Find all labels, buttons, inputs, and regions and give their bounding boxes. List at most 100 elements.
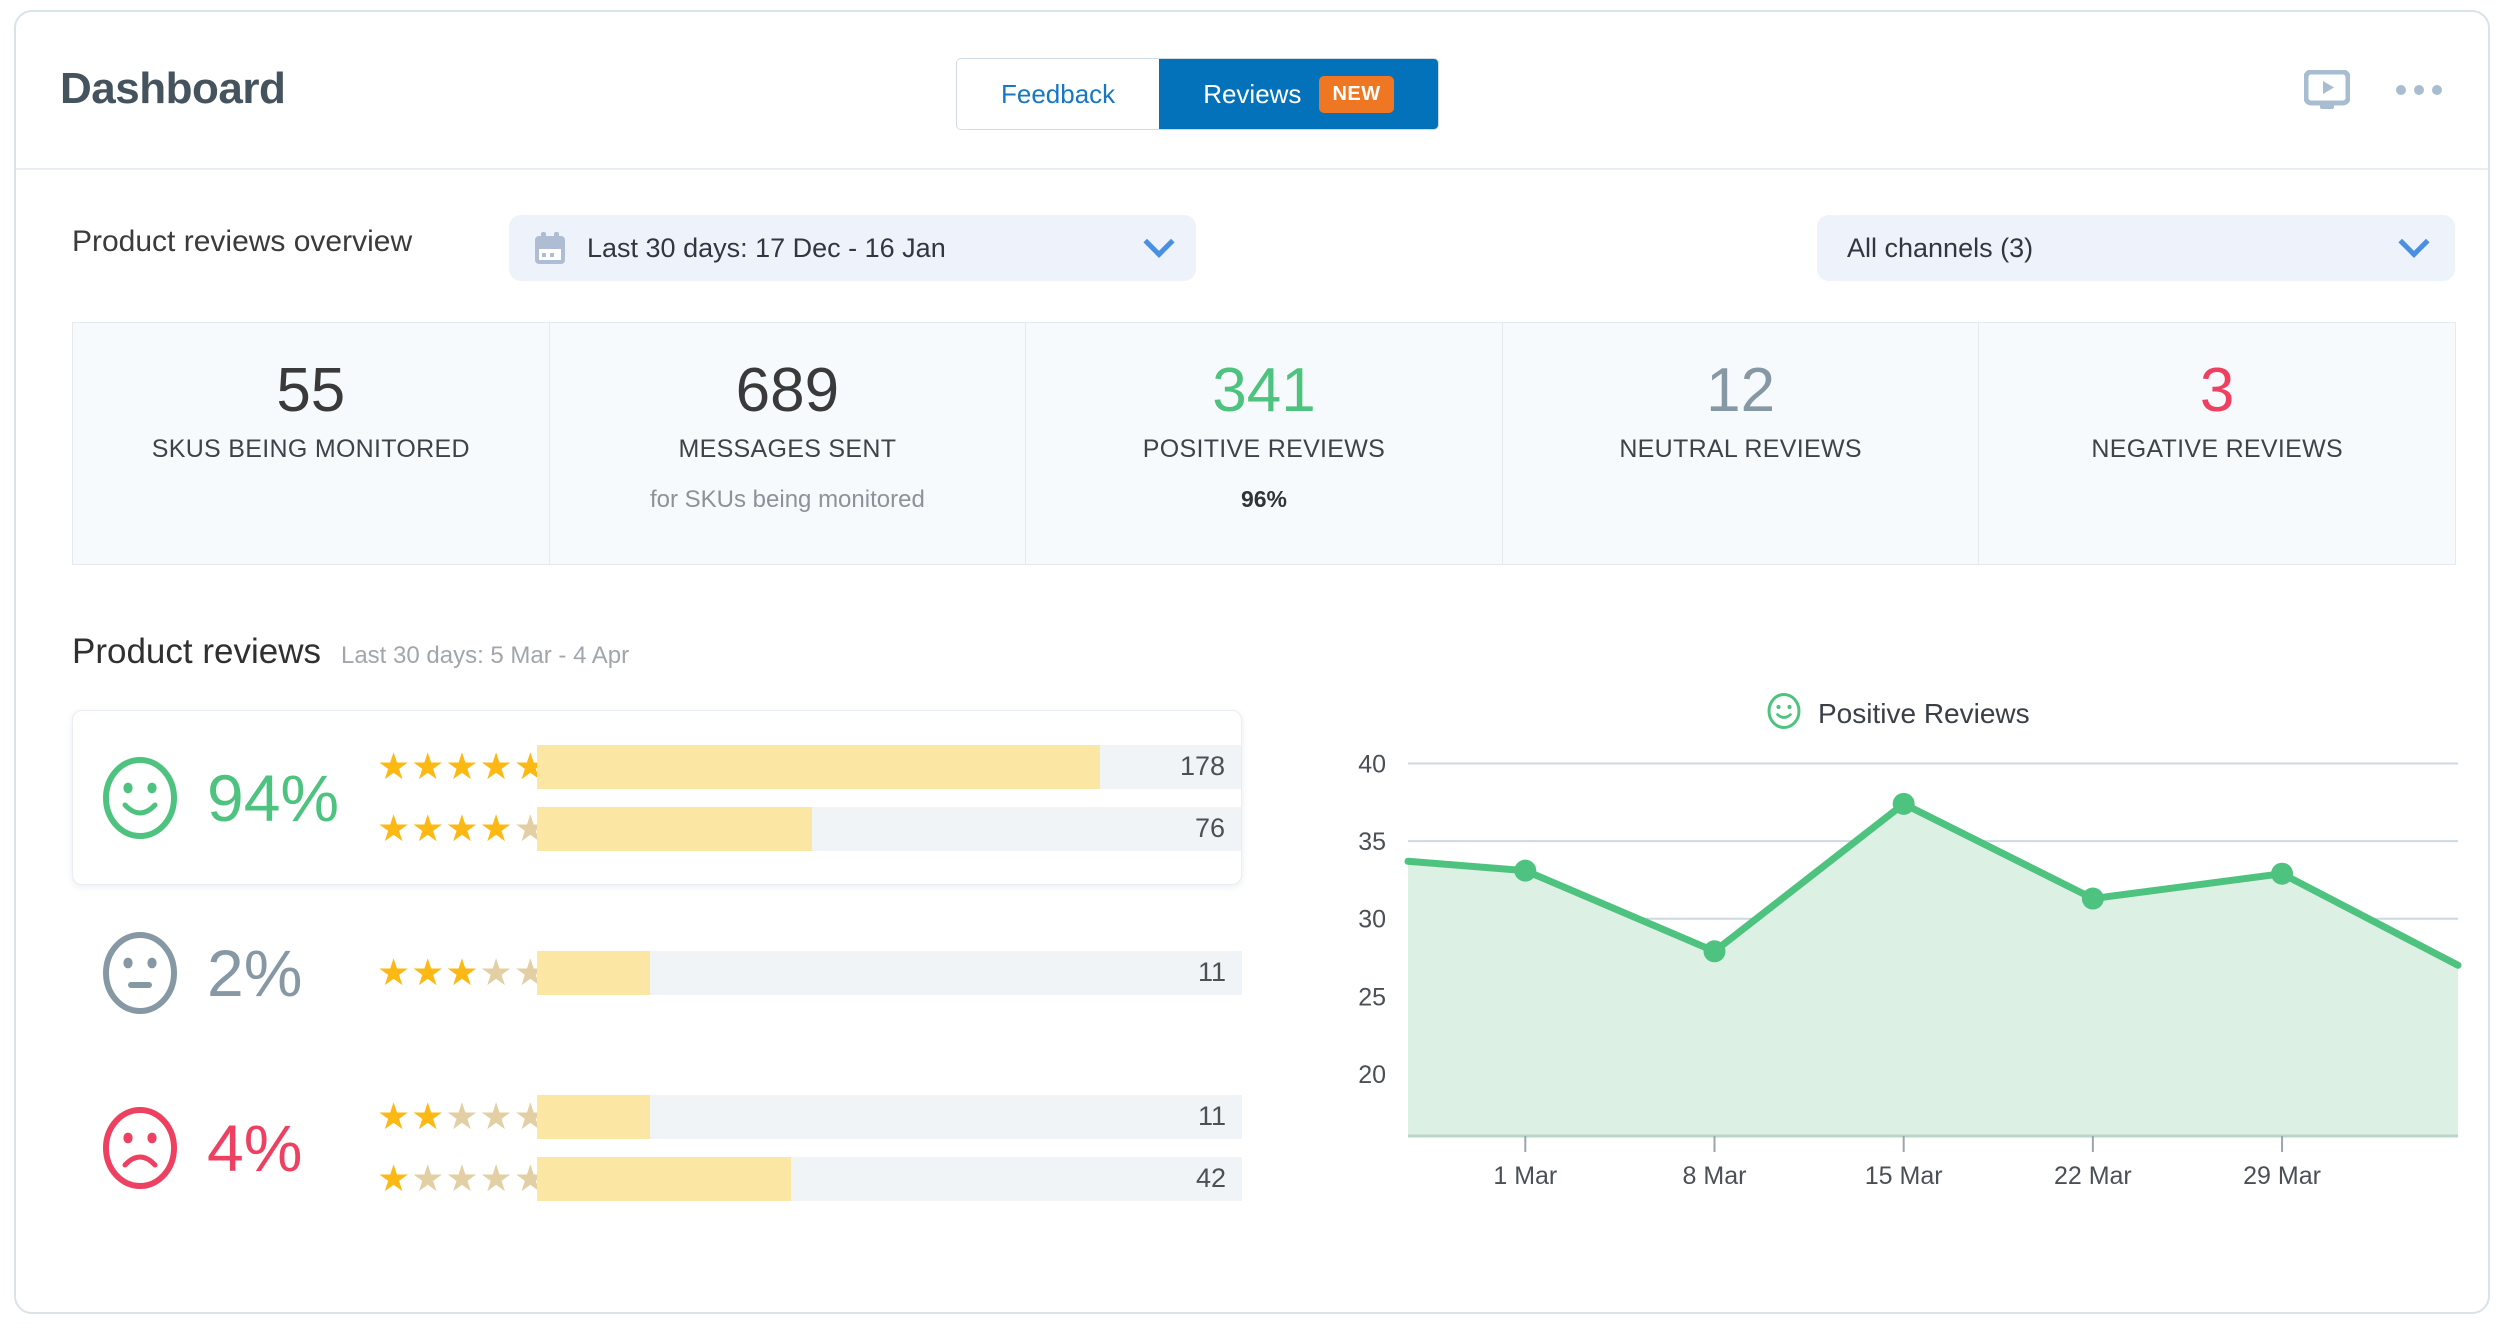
chart-x-tick-label: 15 Mar [1865, 1162, 1943, 1190]
chart-data-point[interactable] [2081, 887, 2104, 910]
review-count-bar: 178 [537, 744, 1241, 789]
chart-data-point[interactable] [1703, 940, 1726, 963]
star-rating-4: ★★★★★ [377, 808, 548, 849]
chart-y-tick-label: 20 [1358, 1061, 1386, 1089]
kpi-card: 55 SKUS BEING MONITORED [73, 323, 550, 564]
review-count-bar: 11 [537, 1094, 1242, 1139]
sentiment-percent: 94% [207, 760, 340, 835]
bar-fill [537, 1156, 791, 1201]
bar-fill [537, 806, 812, 851]
tab-reviews-label: Reviews [1203, 78, 1302, 109]
star-bar-row[interactable]: ★★★★★ 11 [377, 1094, 1242, 1140]
chart-x-tick-label: 22 Mar [2054, 1162, 2132, 1190]
star-bar-row[interactable]: ★★★★★ 76 [377, 806, 1241, 852]
positive-reviews-chart: Positive Reviews 20 25 30 35 40 1 Mar 8 Mar 15 … [1326, 692, 2466, 1222]
sentiment-breakdown-list: 94% ★★★★★ 178 ★★★★★ 76 2% ★★★★★ 11 4% ★★★★★ 11 ★★★★… [72, 710, 1242, 1235]
kpi-label: SKUS BEING MONITORED [151, 435, 470, 464]
date-range-value: Last 30 days: 17 Dec - 16 Jan [587, 232, 946, 263]
kpi-label: POSITIVE REVIEWS [1142, 435, 1386, 464]
product-reviews-header: Product reviews Last 30 days: 5 Mar - 4 … [72, 632, 629, 672]
kpi-value: 341 [1212, 356, 1316, 425]
sentiment-row-negative[interactable]: 4% ★★★★★ 11 ★★★★★ 42 [72, 1060, 1242, 1235]
chart-area-fill [1408, 803, 2458, 1136]
chart-data-point[interactable] [1892, 792, 1915, 815]
chart-y-tick-label: 25 [1358, 983, 1386, 1011]
chart-x-tick-label: 29 Mar [2243, 1162, 2321, 1190]
sentiment-percent: 2% [207, 935, 303, 1010]
review-count-value: 42 [1195, 1163, 1226, 1193]
tab-reviews[interactable]: Reviews NEW [1159, 59, 1438, 129]
review-count-value: 11 [1197, 1101, 1226, 1131]
chart-x-tick-label: 1 Mar [1493, 1162, 1557, 1190]
tab-feedback-label: Feedback [1001, 78, 1116, 109]
kpi-value: 3 [2199, 356, 2235, 425]
kpi-value: 12 [1706, 356, 1776, 425]
kpi-label: MESSAGES SENT [678, 435, 897, 464]
smiley-icon [1766, 692, 1802, 735]
review-count-value: 178 [1179, 751, 1225, 781]
star-rating-2: ★★★★★ [377, 1096, 548, 1137]
chart-y-tick-label: 30 [1358, 906, 1386, 934]
more-options-icon[interactable] [2396, 85, 2442, 95]
kpi-card: 689 MESSAGES SENT for SKUs being monitored [550, 323, 1027, 564]
kpi-label: NEUTRAL REVIEWS [1619, 435, 1862, 464]
negative-face-icon [101, 1105, 179, 1191]
bar-fill [537, 744, 1101, 789]
app-window: Dashboard Feedback Reviews NEW Product r… [14, 10, 2490, 1314]
video-play-icon[interactable] [2304, 70, 2350, 110]
chart-legend: Positive Reviews [1766, 692, 2030, 735]
kpi-card: 12 NEUTRAL REVIEWS [1503, 323, 1980, 564]
kpi-value: 55 [276, 356, 346, 425]
channel-filter-value: All channels (3) [1847, 232, 2034, 263]
star-bar-group: ★★★★★ 11 ★★★★★ 42 [377, 1094, 1242, 1202]
star-bar-row[interactable]: ★★★★★ 11 [377, 950, 1242, 996]
kpi-card: 341 POSITIVE REVIEWS 96% [1026, 323, 1503, 564]
chart-y-tick-label: 40 [1358, 751, 1386, 779]
calendar-icon [535, 232, 565, 264]
tab-feedback[interactable]: Feedback [957, 59, 1160, 129]
sentiment-row-positive[interactable]: 94% ★★★★★ 178 ★★★★★ 76 [72, 710, 1242, 885]
page-title: Dashboard [60, 64, 286, 113]
sentiment-percent: 4% [207, 1110, 303, 1185]
neutral-face-icon [101, 930, 179, 1016]
review-count-bar: 42 [537, 1156, 1242, 1201]
chart-legend-label: Positive Reviews [1818, 697, 2030, 729]
chart-canvas: 20 25 30 35 40 1 Mar 8 Mar 15 Mar 22 Mar 29 Mar [1358, 751, 2462, 1190]
chart-data-point[interactable] [1514, 859, 1537, 882]
app-header: Dashboard Feedback Reviews NEW [16, 12, 2488, 170]
chart-y-tick-label: 35 [1358, 828, 1386, 856]
tab-group: Feedback Reviews NEW [957, 59, 1438, 129]
review-count-value: 11 [1197, 957, 1226, 987]
review-count-value: 76 [1194, 813, 1225, 843]
star-rating-5: ★★★★★ [377, 746, 548, 787]
sentiment-row-neutral[interactable]: 2% ★★★★★ 11 [72, 885, 1242, 1060]
channel-filter[interactable]: All channels (3) [1817, 215, 2455, 281]
kpi-label: NEGATIVE REVIEWS [2091, 435, 2343, 464]
bar-fill [537, 950, 650, 995]
star-bar-row[interactable]: ★★★★★ 178 [377, 744, 1241, 790]
product-reviews-title: Product reviews [72, 632, 321, 671]
chart-x-tick-label: 8 Mar [1683, 1162, 1747, 1190]
bar-fill [537, 1094, 650, 1139]
kpi-sublabel: 96% [1240, 486, 1287, 513]
star-rating-1: ★★★★★ [377, 1158, 548, 1199]
review-count-bar: 76 [537, 806, 1241, 851]
kpi-strip: 55 SKUS BEING MONITORED 689 MESSAGES SENT fo… [72, 322, 2456, 565]
star-bar-group: ★★★★★ 11 [377, 950, 1242, 996]
review-count-bar: 11 [537, 950, 1242, 995]
star-bar-row[interactable]: ★★★★★ 42 [377, 1156, 1242, 1202]
date-range-filter[interactable]: Last 30 days: 17 Dec - 16 Jan [509, 215, 1196, 281]
star-bar-group: ★★★★★ 178 ★★★★★ 76 [377, 744, 1241, 852]
new-badge: NEW [1319, 75, 1394, 113]
product-reviews-range: Last 30 days: 5 Mar - 4 Apr [340, 642, 630, 669]
kpi-card: 3 NEGATIVE REVIEWS [1979, 323, 2455, 564]
star-rating-3: ★★★★★ [377, 952, 548, 993]
positive-face-icon [101, 755, 179, 841]
chart-data-point[interactable] [2271, 862, 2294, 885]
kpi-sublabel: for SKUs being monitored [649, 486, 925, 514]
kpi-value: 689 [735, 356, 840, 425]
overview-label: Product reviews overview [72, 225, 413, 258]
header-icon-group [2304, 70, 2442, 110]
chevron-down-icon [2398, 226, 2430, 258]
chevron-down-icon [1143, 226, 1175, 258]
